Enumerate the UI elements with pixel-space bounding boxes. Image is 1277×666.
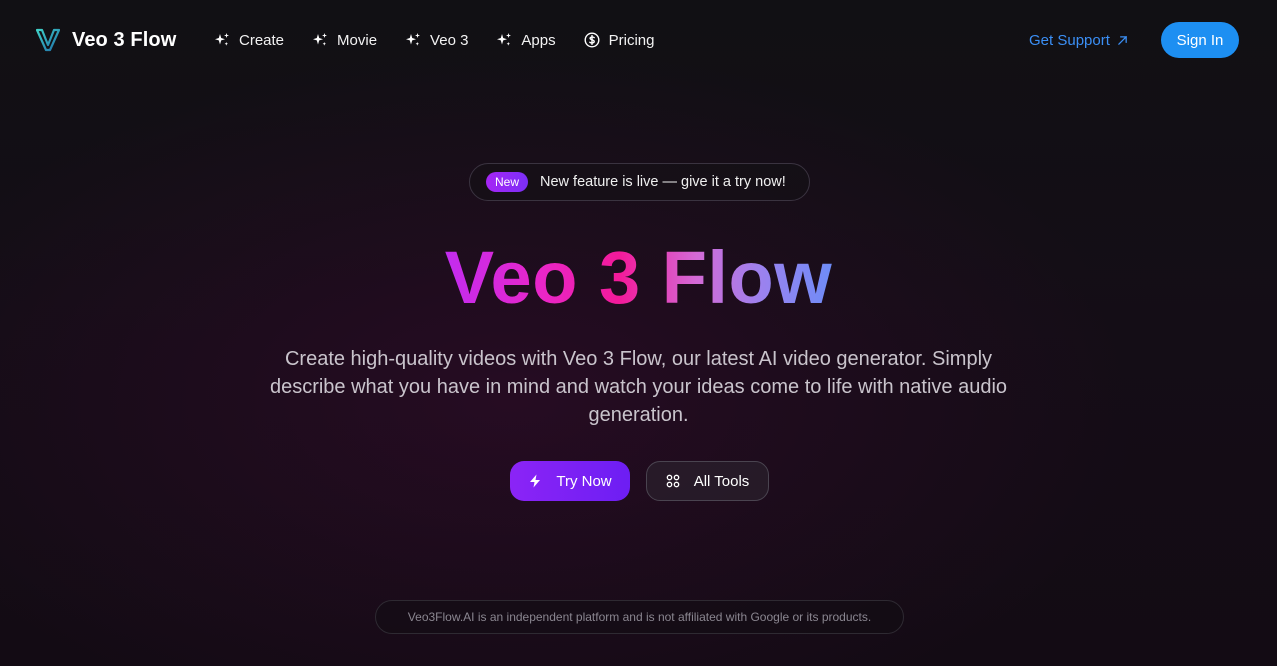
nav-label: Apps: [521, 31, 556, 49]
hero-description: Create high-quality videos with Veo 3 Fl…: [269, 348, 1008, 426]
sparkles-icon: [313, 33, 328, 46]
nav-item-movie[interactable]: Movie: [312, 32, 377, 49]
sign-in-button[interactable]: Sign In: [1161, 22, 1239, 58]
sparkles-icon: [406, 33, 421, 46]
support-label: Get Support: [1029, 31, 1110, 49]
nav-label: Pricing: [608, 31, 655, 49]
nav-item-create[interactable]: Create: [214, 32, 284, 49]
sparkles-icon: [215, 33, 229, 46]
main-nav: Create Movie Veo 3 Apps Pricing: [214, 29, 654, 51]
brand-name: Veo 3 Flow: [72, 28, 177, 51]
disclaimer-pill: Veo3Flow.AI is an independent platform a…: [375, 600, 904, 634]
nav-item-pricing[interactable]: Pricing: [584, 31, 655, 49]
brand-logo-icon: [36, 28, 60, 52]
announcement-pill[interactable]: New New feature is live — give it a try …: [469, 163, 810, 201]
brand-logo-link[interactable]: Veo 3 Flow: [36, 28, 176, 52]
grid-icon: [666, 474, 680, 488]
get-support-link[interactable]: Get Support: [1029, 30, 1128, 50]
try-now-label: Try Now: [556, 472, 612, 490]
lightning-icon: [530, 474, 541, 488]
all-tools-button[interactable]: All Tools: [646, 461, 769, 501]
sparkles-icon: [497, 33, 512, 46]
try-now-button[interactable]: Try Now: [510, 461, 630, 501]
announcement-text: New feature is live — give it a try now!: [540, 174, 786, 190]
dollar-circle-icon: [584, 32, 600, 48]
top-navbar: Veo 3 Flow Create Movie Veo 3 Apps Prici…: [0, 0, 1277, 80]
nav-label: Movie: [337, 31, 378, 49]
hero-title: Veo 3 Flow: [0, 236, 1277, 320]
all-tools-label: All Tools: [693, 472, 750, 490]
arrow-up-right-icon: [1118, 35, 1127, 45]
nav-item-veo3[interactable]: Veo 3: [405, 32, 468, 49]
new-badge: New: [486, 172, 528, 192]
nav-label: Create: [239, 31, 285, 49]
nav-label: Veo 3: [430, 31, 469, 49]
nav-item-apps[interactable]: Apps: [496, 31, 556, 49]
cta-group: Try Now All Tools: [510, 461, 769, 501]
hero-title-text: Veo 3 Flow: [444, 236, 833, 319]
